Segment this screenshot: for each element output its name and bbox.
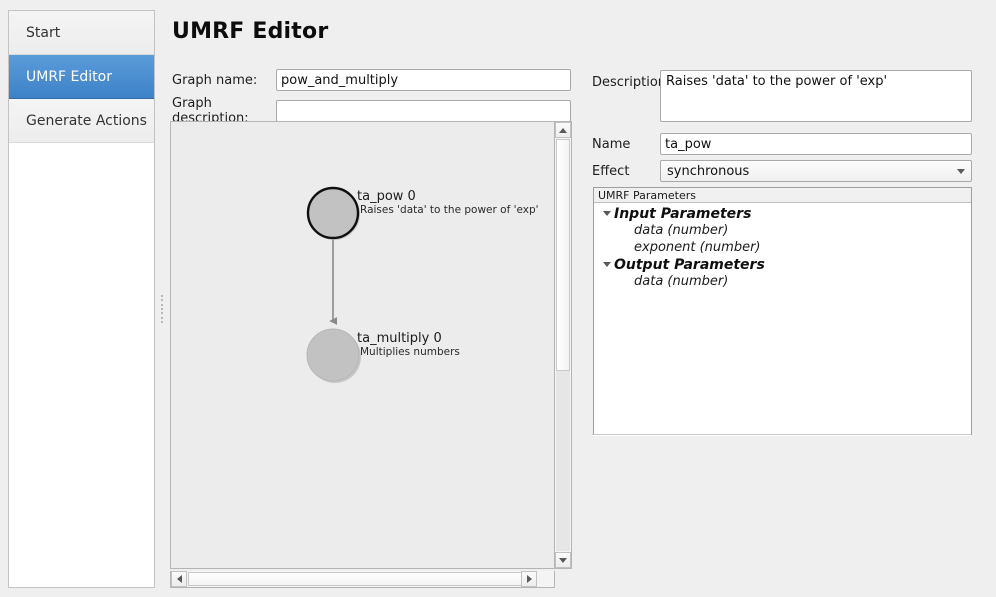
effect-select[interactable]: synchronous <box>660 160 972 182</box>
description-row: Description Raises 'data' to the power o… <box>592 70 972 122</box>
graph-canvas-container: ta_pow 0 Raises 'data' to the power of '… <box>170 121 573 588</box>
sidebar-item-generate-actions[interactable]: Generate Actions <box>9 99 154 143</box>
scroll-up-button[interactable] <box>555 122 571 138</box>
umrf-parameters-header: UMRF Parameters <box>594 188 971 203</box>
canvas-vertical-scrollbar[interactable] <box>555 121 572 569</box>
sidebar-splitter-handle[interactable] <box>157 10 166 588</box>
node-detail-panel: Description Raises 'data' to the power o… <box>592 70 978 436</box>
graph-name-row: Graph name: <box>172 69 571 91</box>
graph-node-ta-pow <box>306 186 360 240</box>
umrf-parameters-panel: UMRF Parameters Input Parameters data (n… <box>593 187 972 435</box>
tree-item-input-exponent[interactable]: exponent (number) <box>594 239 971 256</box>
name-row: Name <box>592 133 972 155</box>
description-label: Description <box>592 75 667 90</box>
name-label: Name <box>592 136 631 152</box>
splitter-grip-dots <box>161 295 163 323</box>
effect-row: Effect synchronous <box>592 160 972 182</box>
tree-item-output-data[interactable]: data (number) <box>594 273 971 290</box>
tree-item-input-data[interactable]: data (number) <box>594 222 971 239</box>
horizontal-scroll-thumb[interactable] <box>188 572 533 586</box>
sidebar-item-label: Generate Actions <box>26 112 147 129</box>
chevron-up-icon <box>559 127 567 133</box>
page-title: UMRF Editor <box>172 19 329 44</box>
tree-group-label: Input Parameters <box>614 205 752 222</box>
chevron-right-icon <box>526 575 532 583</box>
tree-group-label: Output Parameters <box>614 256 765 273</box>
panel-separator <box>592 434 971 436</box>
graph-node-ta-multiply <box>306 328 360 382</box>
scroll-left-button[interactable] <box>171 571 187 587</box>
vertical-scroll-track[interactable] <box>556 371 570 551</box>
sidebar-item-label: UMRF Editor <box>26 68 112 85</box>
canvas-horizontal-scrollbar[interactable] <box>170 571 555 588</box>
graph-canvas[interactable]: ta_pow 0 Raises 'data' to the power of '… <box>170 121 555 569</box>
tree-group-output-parameters[interactable]: Output Parameters <box>594 256 971 273</box>
chevron-down-icon <box>559 557 567 563</box>
scroll-down-button[interactable] <box>555 552 571 568</box>
graph-node-ta-multiply-subtitle: Multiplies numbers <box>360 346 460 358</box>
vertical-scroll-thumb[interactable] <box>556 139 570 371</box>
effect-label: Effect <box>592 163 630 179</box>
sidebar-navigation: Start UMRF Editor Generate Actions <box>8 10 155 588</box>
name-input[interactable] <box>660 133 972 155</box>
tree-group-input-parameters[interactable]: Input Parameters <box>594 205 971 222</box>
effect-select-value: synchronous <box>667 163 750 179</box>
graph-name-label: Graph name: <box>172 72 258 88</box>
graph-node-ta-pow-subtitle: Raises 'data' to the power of 'exp' <box>360 204 539 216</box>
graph-node-ta-multiply-title: ta_multiply 0 <box>357 331 442 346</box>
chevron-down-icon[interactable] <box>600 262 614 267</box>
description-textarea[interactable]: Raises 'data' to the power of 'exp' <box>660 70 972 122</box>
sidebar-item-umrf-editor[interactable]: UMRF Editor <box>9 55 154 99</box>
chevron-down-icon <box>957 168 965 174</box>
chevron-down-icon[interactable] <box>600 211 614 216</box>
graph-node-ta-pow-title: ta_pow 0 <box>357 189 416 204</box>
scroll-right-button[interactable] <box>521 571 537 587</box>
sidebar-item-start[interactable]: Start <box>9 11 154 55</box>
sidebar-item-label: Start <box>26 24 61 41</box>
chevron-left-icon <box>176 575 182 583</box>
graph-name-input[interactable] <box>276 69 571 91</box>
graph-description-input[interactable] <box>276 100 571 122</box>
umrf-parameters-tree: Input Parameters data (number) exponent … <box>594 203 971 290</box>
